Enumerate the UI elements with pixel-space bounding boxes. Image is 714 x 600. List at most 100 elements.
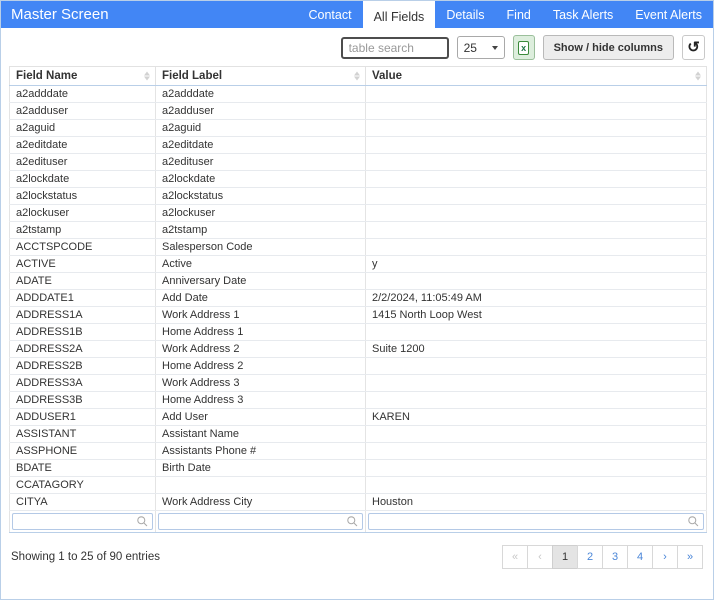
filter-cell — [155, 510, 366, 533]
table-footer: Showing 1 to 25 of 90 entries «‹ 1 2 3 4 ›» — [1, 533, 713, 569]
table-cell — [365, 170, 707, 188]
sort-icon — [354, 71, 360, 81]
table-row[interactable]: a2lockuser a2lockuser — [9, 204, 707, 222]
table-row[interactable]: a2lockdate a2lockdate — [9, 170, 707, 188]
table-row[interactable]: a2adddate a2adddate — [9, 85, 707, 103]
table-cell: ADDRESS2A — [9, 340, 156, 358]
page-button-4[interactable]: 4 — [627, 545, 653, 569]
page-button-›[interactable]: › — [652, 545, 678, 569]
master-screen-window: Master Screen Contact All Fields Details Fi… — [0, 0, 714, 600]
table-row[interactable]: a2tstamp a2tstamp — [9, 221, 707, 239]
table-cell: Birth Date — [155, 459, 366, 477]
table-row[interactable]: ADDUSER1 Add User KAREN — [9, 408, 707, 426]
tab-details[interactable]: Details — [435, 1, 495, 28]
column-filter-input[interactable] — [12, 513, 153, 530]
table-cell: Work Address 3 — [155, 374, 366, 392]
table-cell — [365, 391, 707, 409]
table-row[interactable]: a2adduser a2adduser — [9, 102, 707, 120]
tab-task-alerts[interactable]: Task Alerts — [542, 1, 624, 28]
page-size-value: 25 — [463, 40, 477, 55]
table-cell: a2adduser — [155, 102, 366, 120]
table-cell: a2edituser — [155, 153, 366, 171]
page-size-select[interactable]: 25 — [456, 36, 505, 59]
show-hide-columns-button[interactable]: Show / hide columns — [542, 35, 674, 60]
page-button-3[interactable]: 3 — [602, 545, 628, 569]
table-cell: a2lockstatus — [155, 187, 366, 205]
table-cell: Add User — [155, 408, 366, 426]
column-header-field-name[interactable]: Field Name — [9, 66, 156, 86]
table-row[interactable]: ADDDATE1 Add Date 2/2/2024, 11:05:49 AM — [9, 289, 707, 307]
sort-icon — [695, 71, 701, 81]
table-row[interactable]: BDATE Birth Date — [9, 459, 707, 477]
table-row[interactable]: ADDRESS3B Home Address 3 — [9, 391, 707, 409]
table-cell: Home Address 2 — [155, 357, 366, 375]
table-cell — [365, 425, 707, 443]
table-cell: ACCTSPCODE — [9, 238, 156, 256]
table-cell: ADDRESS3B — [9, 391, 156, 409]
table-cell: ASSISTANT — [9, 425, 156, 443]
table-row[interactable]: CCATAGORY — [9, 476, 707, 494]
refresh-button[interactable]: ↺ — [682, 35, 705, 60]
table-row[interactable]: ASSPHONE Assistants Phone # — [9, 442, 707, 460]
column-header-field-label[interactable]: Field Label — [155, 66, 366, 86]
toolbar: 25 x Show / hide columns ↺ — [1, 28, 713, 66]
table-cell: Houston — [365, 493, 707, 511]
table-cell: a2lockstatus — [9, 187, 156, 205]
table-row[interactable]: ADATE Anniversary Date — [9, 272, 707, 290]
page-button-‹[interactable]: ‹ — [527, 545, 553, 569]
table-cell: a2edituser — [9, 153, 156, 171]
table-row[interactable]: ADDRESS1A Work Address 1 1415 North Loop W… — [9, 306, 707, 324]
table-row[interactable]: ACTIVE Active y — [9, 255, 707, 273]
table-cell: a2adddate — [9, 85, 156, 103]
page-button-»[interactable]: » — [677, 545, 703, 569]
excel-export-button[interactable]: x — [512, 35, 535, 60]
table-search-input[interactable] — [340, 36, 449, 59]
search-icon — [688, 516, 699, 527]
table-cell — [365, 272, 707, 290]
table-row[interactable]: ASSISTANT Assistant Name — [9, 425, 707, 443]
table-row[interactable]: ADDRESS1B Home Address 1 — [9, 323, 707, 341]
tab-all-fields[interactable]: All Fields — [362, 1, 436, 32]
tab-event-alerts[interactable]: Event Alerts — [624, 1, 713, 28]
table-cell: a2tstamp — [155, 221, 366, 239]
page-button-2[interactable]: 2 — [577, 545, 603, 569]
column-header-value[interactable]: Value — [365, 66, 707, 86]
table-cell: Work Address 2 — [155, 340, 366, 358]
table-row[interactable]: ADDRESS2A Work Address 2 Suite 1200 — [9, 340, 707, 358]
table-cell — [365, 323, 707, 341]
table-row[interactable]: ADDRESS2B Home Address 2 — [9, 357, 707, 375]
table-cell — [365, 204, 707, 222]
table-row[interactable]: a2edituser a2edituser — [9, 153, 707, 171]
table-row[interactable]: a2aguid a2aguid — [9, 119, 707, 137]
table-row[interactable]: ACCTSPCODE Salesperson Code — [9, 238, 707, 256]
table-row[interactable]: ADDRESS3A Work Address 3 — [9, 374, 707, 392]
tab-contact[interactable]: Contact — [298, 1, 363, 28]
filter-cell — [9, 510, 156, 533]
table-cell: Active — [155, 255, 366, 273]
tab-bar: Contact All Fields Details Find Task Alerts E… — [298, 1, 714, 32]
page-button-1[interactable]: 1 — [552, 545, 578, 569]
table-cell: CCATAGORY — [9, 476, 156, 494]
table-row[interactable]: a2editdate a2editdate — [9, 136, 707, 154]
tab-find[interactable]: Find — [496, 1, 542, 28]
table-cell — [365, 187, 707, 205]
page-button-«[interactable]: « — [502, 545, 528, 569]
table-cell — [365, 459, 707, 477]
column-filter-input[interactable] — [368, 513, 704, 530]
refresh-icon: ↺ — [687, 39, 700, 56]
table-cell: a2lockuser — [9, 204, 156, 222]
table-cell: a2adduser — [9, 102, 156, 120]
table-cell: KAREN — [365, 408, 707, 426]
table-cell: ADDRESS1A — [9, 306, 156, 324]
table-cell: Salesperson Code — [155, 238, 366, 256]
table-row[interactable]: CITYA Work Address City Houston — [9, 493, 707, 511]
column-filter-input[interactable] — [158, 513, 363, 530]
table-header-row: Field Name Field Label Value — [9, 66, 707, 86]
table-cell — [365, 221, 707, 239]
column-header-label: Field Label — [162, 70, 223, 82]
table-row[interactable]: a2lockstatus a2lockstatus — [9, 187, 707, 205]
table-cell: Work Address City — [155, 493, 366, 511]
title-bar: Master Screen Contact All Fields Details Fi… — [1, 1, 714, 32]
pagination: «‹ 1 2 3 4 ›» — [502, 545, 703, 569]
table-cell — [365, 153, 707, 171]
